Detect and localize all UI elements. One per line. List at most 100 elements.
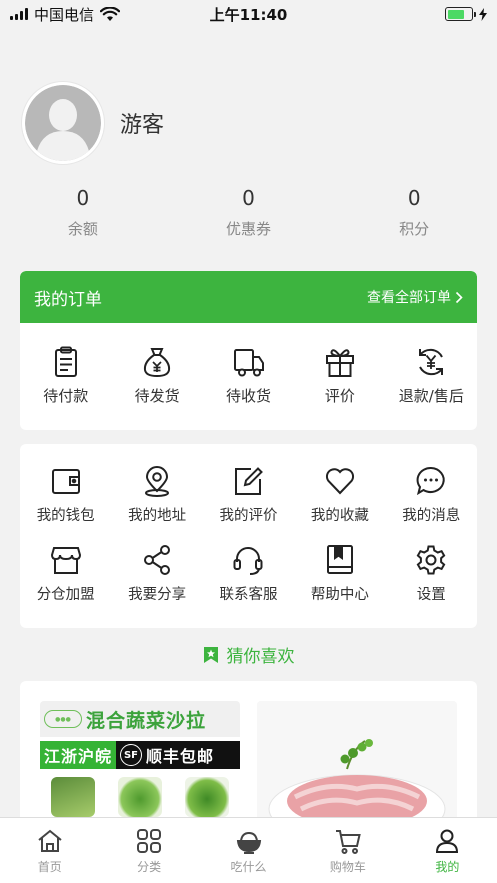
tool-favorites[interactable]: 我的收藏	[294, 464, 385, 525]
chat-icon	[416, 466, 445, 496]
free-shipping-text: 顺丰包邮	[146, 747, 215, 766]
tab-label: 分类	[137, 859, 162, 874]
order-item-label: 待收货	[226, 387, 272, 405]
tool-label: 我要分享	[128, 587, 187, 603]
order-status-row: 待付款 待发货 待收货 评价 退款/售后	[20, 323, 477, 406]
tool-label: 我的消息	[402, 508, 461, 524]
tab-mine[interactable]: 我的	[398, 818, 497, 883]
clipboard-icon	[54, 346, 77, 377]
order-item-label: 退款/售后	[398, 387, 464, 405]
product-card[interactable]	[257, 701, 457, 831]
stat-label: 积分	[399, 220, 430, 238]
tool-label: 联系客服	[219, 587, 278, 603]
stat-value: 0	[76, 186, 90, 210]
carrier-name: 中国电信	[34, 5, 95, 24]
recommend-products: ●●● 混合蔬菜沙拉 江浙沪皖 SF 顺丰包邮	[20, 681, 477, 831]
tool-help-center[interactable]: 帮助中心	[294, 543, 385, 604]
tab-category[interactable]: 分类	[99, 818, 198, 883]
brand-logo: ●●●	[44, 710, 82, 728]
battery-icon	[445, 7, 487, 21]
signal-icon	[10, 8, 28, 20]
guess-you-like-heading: 猜你喜欢	[0, 642, 497, 667]
wifi-icon	[100, 6, 121, 21]
tool-wallet[interactable]: 我的钱包	[20, 464, 111, 525]
tool-customer-service[interactable]: 联系客服	[203, 543, 294, 604]
stat-balance[interactable]: 0 余额	[0, 184, 166, 239]
tool-messages[interactable]: 我的消息	[386, 464, 477, 525]
tab-label: 我的	[435, 859, 460, 874]
bottom-tab-bar: 首页 分类 吃什么 购物车 我的	[0, 817, 497, 883]
tab-label: 购物车	[329, 859, 366, 874]
default-avatar-icon	[25, 85, 101, 161]
avatar[interactable]	[22, 82, 104, 164]
tool-label: 帮助中心	[310, 587, 369, 603]
wallet-icon	[51, 469, 80, 494]
orders-header: 我的订单 查看全部订单	[20, 271, 477, 323]
tool-label: 我的钱包	[36, 508, 95, 524]
guess-title: 猜你喜欢	[226, 647, 295, 667]
cart-icon	[335, 829, 361, 854]
tab-home[interactable]: 首页	[0, 818, 99, 883]
order-pending-payment[interactable]: 待付款	[20, 345, 111, 406]
vegetable-image	[51, 777, 96, 817]
stat-points[interactable]: 0 积分	[331, 184, 497, 239]
stat-label: 余额	[67, 220, 98, 238]
order-item-label: 待发货	[134, 387, 180, 405]
product-banner-top: ●●● 混合蔬菜沙拉	[40, 701, 240, 737]
tool-label: 分仓加盟	[36, 587, 95, 603]
order-pending-shipment[interactable]: 待发货	[111, 345, 202, 406]
gift-icon	[325, 349, 354, 377]
stat-value: 0	[242, 186, 255, 210]
truck-icon	[233, 349, 264, 377]
tab-cart[interactable]: 购物车	[298, 818, 397, 883]
tool-label: 我的评价	[219, 508, 278, 524]
sf-logo: SF	[120, 744, 143, 766]
orders-card: 我的订单 查看全部订单 待付款 待发货 待收货 评价 退款/售后	[20, 271, 477, 430]
stat-label: 优惠券	[226, 220, 272, 238]
tab-label: 首页	[37, 859, 62, 874]
bowl-icon	[236, 831, 261, 854]
money-bag-icon	[144, 348, 171, 378]
share-icon	[144, 545, 171, 575]
tool-label: 我的收藏	[310, 508, 369, 524]
tool-label: 我的地址	[128, 508, 187, 524]
edit-icon	[235, 467, 264, 495]
view-all-orders-link[interactable]: 查看全部订单	[367, 287, 463, 307]
tool-address[interactable]: 我的地址	[111, 464, 202, 525]
services-grid: 我的钱包 我的地址 我的评价 我的收藏 我的消息 分仓加盟 我要分享 联系客服 …	[20, 444, 477, 604]
product-card[interactable]: ●●● 混合蔬菜沙拉 江浙沪皖 SF 顺丰包邮	[40, 701, 240, 831]
tab-what-to-eat[interactable]: 吃什么	[199, 818, 298, 883]
vegetable-image	[117, 777, 162, 817]
order-refund[interactable]: 退款/售后	[386, 345, 477, 406]
stat-value: 0	[407, 186, 421, 210]
headset-icon	[233, 547, 263, 575]
gear-icon	[416, 545, 446, 575]
profile-header[interactable]: 游客	[22, 82, 164, 164]
tool-reviews[interactable]: 我的评价	[203, 464, 294, 525]
order-pending-receipt[interactable]: 待收货	[203, 345, 294, 406]
user-icon	[436, 829, 459, 853]
stat-coupons[interactable]: 0 优惠券	[166, 184, 332, 239]
book-icon	[326, 545, 353, 574]
location-icon	[145, 466, 170, 497]
order-review[interactable]: 评价	[294, 345, 385, 406]
refund-icon	[419, 348, 444, 376]
tool-franchise[interactable]: 分仓加盟	[20, 543, 111, 604]
tool-settings[interactable]: 设置	[386, 543, 477, 604]
username: 游客	[120, 113, 165, 138]
vegetable-image	[184, 777, 229, 817]
tool-label: 设置	[416, 587, 446, 603]
store-icon	[50, 547, 81, 574]
order-item-label: 待付款	[43, 387, 89, 405]
heart-icon	[325, 468, 354, 495]
home-icon	[38, 829, 62, 852]
tool-share[interactable]: 我要分享	[111, 543, 202, 604]
beef-rolls-image	[257, 701, 457, 831]
product-title: 混合蔬菜沙拉	[86, 709, 207, 732]
account-stats: 0 余额 0 优惠券 0 积分	[0, 184, 497, 239]
shipping-region: 江浙沪皖	[40, 741, 117, 769]
status-bar: 中国电信 上午11:40	[0, 0, 497, 28]
orders-title: 我的订单	[34, 289, 102, 310]
tab-label: 吃什么	[230, 859, 267, 874]
shipping-band: 江浙沪皖 SF 顺丰包邮	[40, 741, 240, 769]
